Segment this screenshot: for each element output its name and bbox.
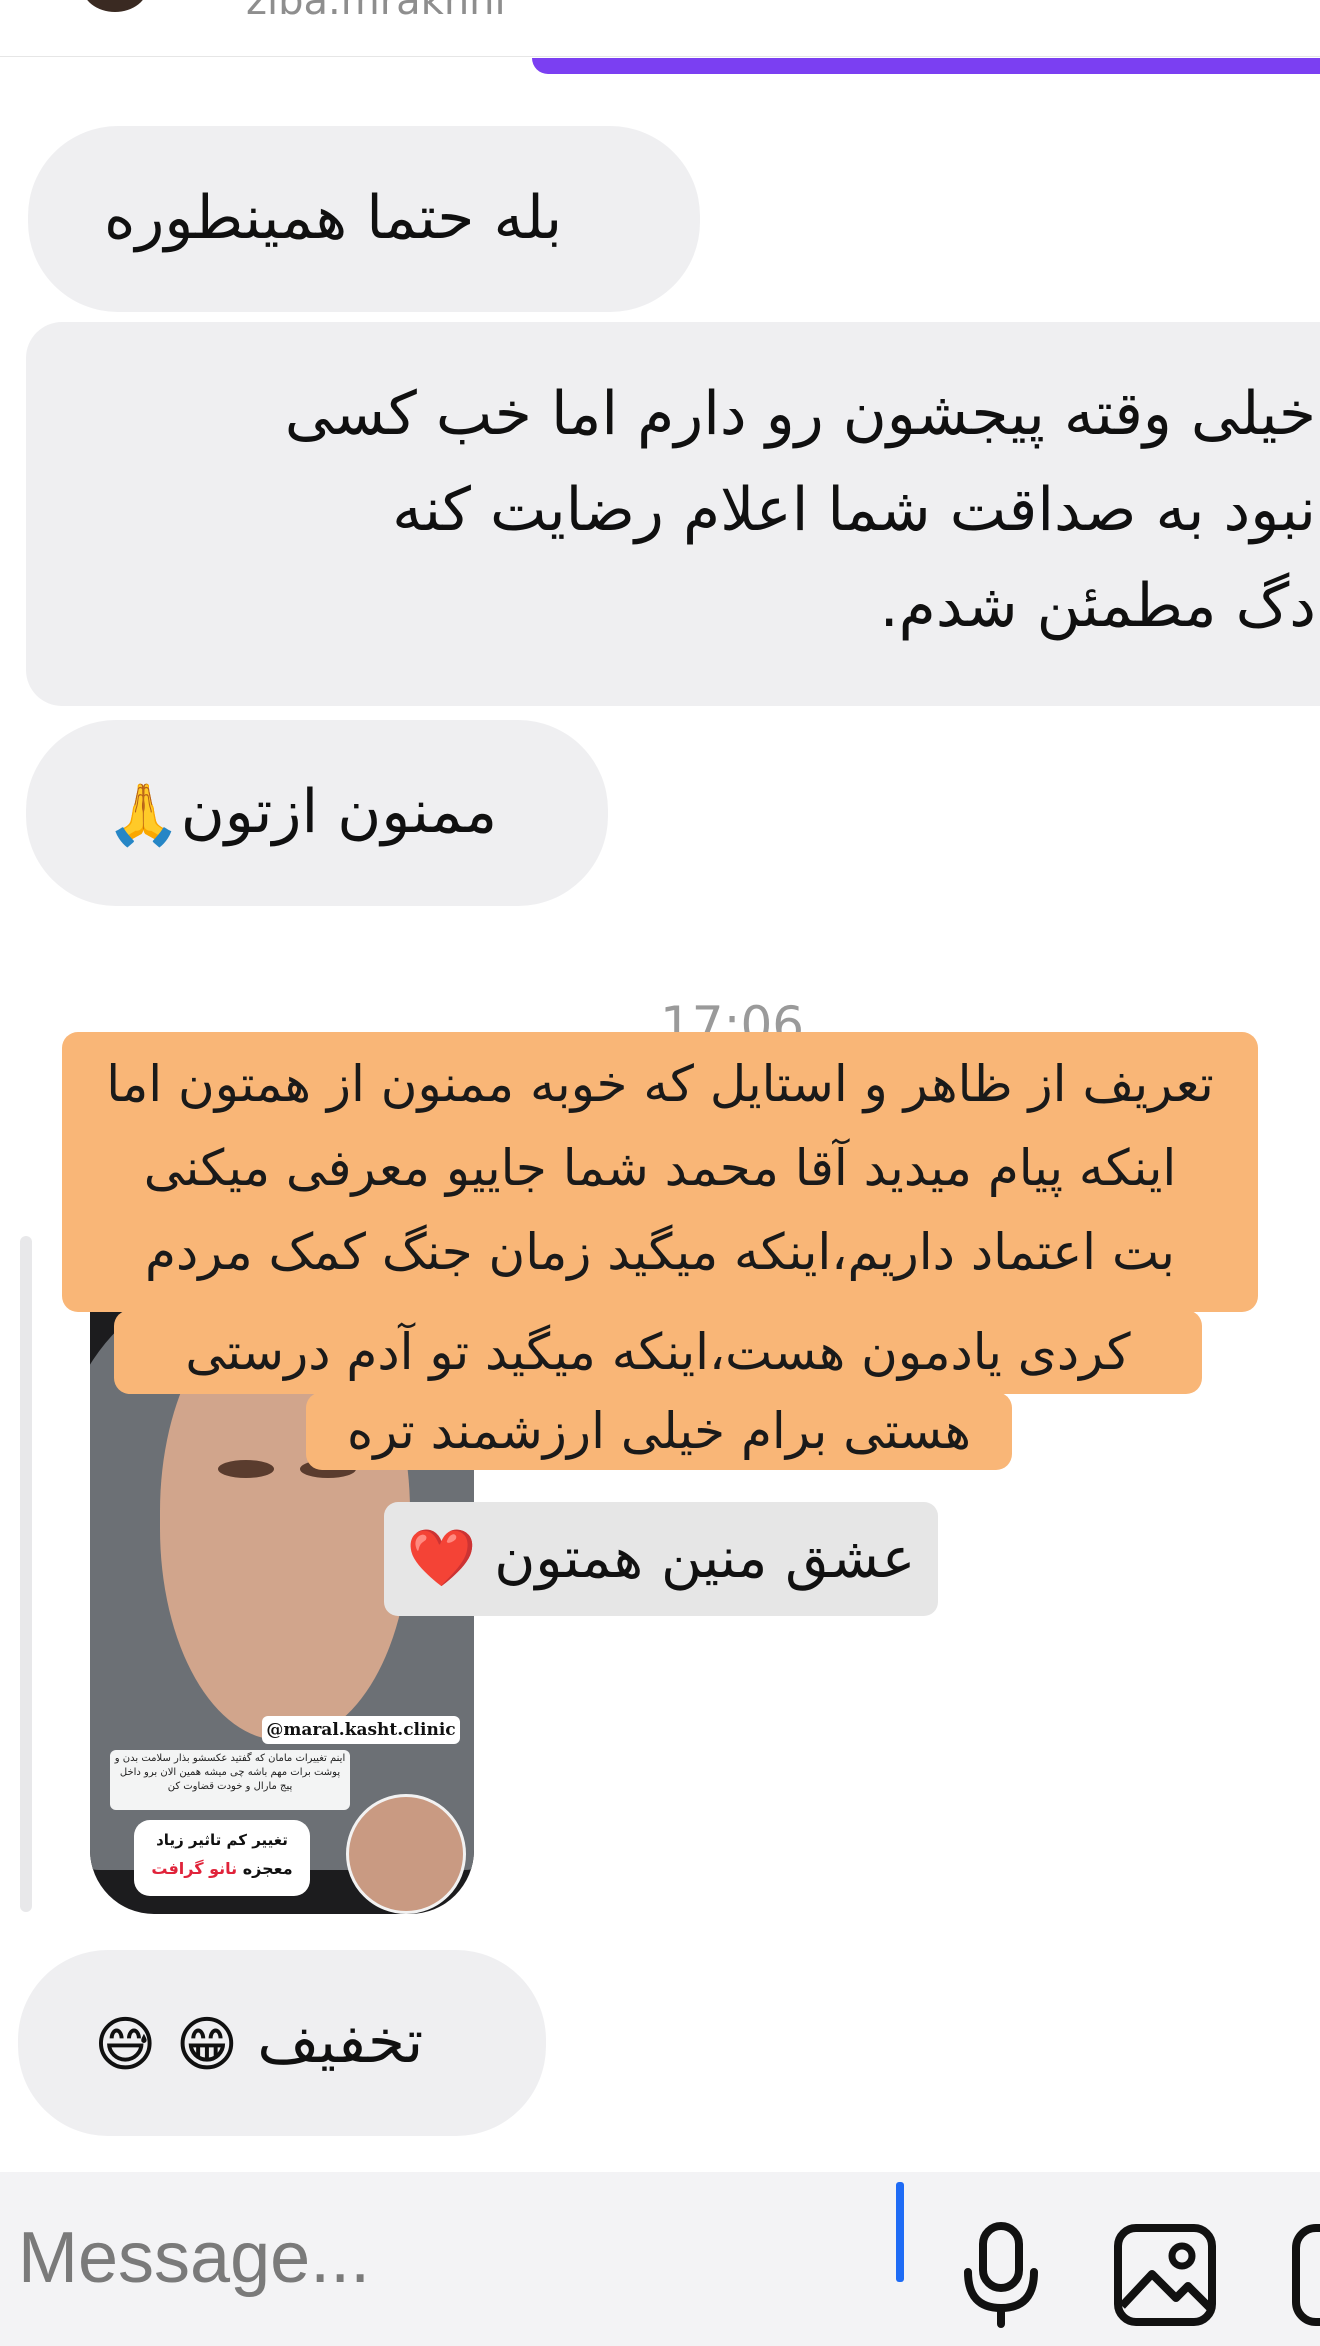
grin-emoji: 😁 <box>175 2010 239 2081</box>
message-bubble[interactable]: ممنون ازتون🙏 <box>26 720 608 906</box>
post-badge-prefix: معجزه <box>242 1859 293 1878</box>
username[interactable]: ziba.mrakhni <box>246 0 506 24</box>
post-closeup-photo <box>346 1794 466 1914</box>
heart-emoji: ❤️ <box>406 1526 477 1591</box>
post-badge-title: تغییر کم تاثیر زیاد <box>156 1831 288 1849</box>
pray-emoji: 🙏 <box>106 780 181 851</box>
message-text-line: نبود به صداقت شما اعلام رضایت کنه <box>392 475 1316 545</box>
message-text-line: دگ مطمئن شدم. <box>879 571 1316 641</box>
accent-divider <box>532 58 1320 74</box>
message-bubble[interactable]: تخفیف 😁 😅 <box>18 1950 546 2136</box>
avatar[interactable] <box>82 0 148 12</box>
reply-thread-line <box>20 1236 32 1912</box>
microphone-icon[interactable] <box>956 2220 1046 2330</box>
story-text-line: هستی برام خیلی ارزشمند تره <box>306 1392 1012 1470</box>
story-text-line: اینکه پیام میدید آقا محمد شما جاییو معرف… <box>143 1139 1177 1197</box>
message-text: ممنون ازتون <box>180 777 498 847</box>
post-handle: @maral.kasht.clinic <box>262 1716 460 1744</box>
chat-header: ziba.mrakhni <box>0 0 1320 57</box>
post-badge-highlight: نانو گرافت <box>151 1859 238 1878</box>
text-cursor <box>896 2182 904 2282</box>
story-label-text: عشق منین همتون <box>494 1526 916 1591</box>
gallery-icon[interactable] <box>1110 2220 1220 2330</box>
story-label: عشق منین همتون ❤️ <box>384 1502 938 1616</box>
sticker-icon[interactable] <box>1290 2220 1320 2330</box>
post-badge: تغییر کم تاثیر زیاد معجزه نانو گرافت <box>134 1820 310 1896</box>
story-text-line: تعریف از ظاهر و استایل که خوبه ممنون از … <box>106 1055 1214 1113</box>
message-text: بله حتما همینطوره <box>104 183 563 253</box>
sweat-smile-emoji: 😅 <box>94 2010 157 2081</box>
message-text: تخفیف <box>257 2007 424 2077</box>
message-bubble[interactable]: خیلی وقته پیجشون رو دارم اما خب کسی نبود… <box>26 322 1320 706</box>
message-text-line: خیلی وقته پیجشون رو دارم اما خب کسی <box>284 379 1316 449</box>
story-text-block: تعریف از ظاهر و استایل که خوبه ممنون از … <box>62 1032 1258 1312</box>
story-text-line: بت اعتماد داریم،اینکه میگید زمان جنگ کمک… <box>145 1223 1175 1281</box>
message-input[interactable] <box>18 2208 868 2308</box>
post-caption: اینم تغییرات مامان که گفتید عکسشو بذار س… <box>110 1750 350 1810</box>
message-bubble[interactable]: بله حتما همینطوره <box>28 126 700 312</box>
story-text-line: کردی یادمون هست،اینکه میگید تو آدم درستی <box>114 1310 1202 1394</box>
post-photo-eye <box>218 1460 274 1478</box>
